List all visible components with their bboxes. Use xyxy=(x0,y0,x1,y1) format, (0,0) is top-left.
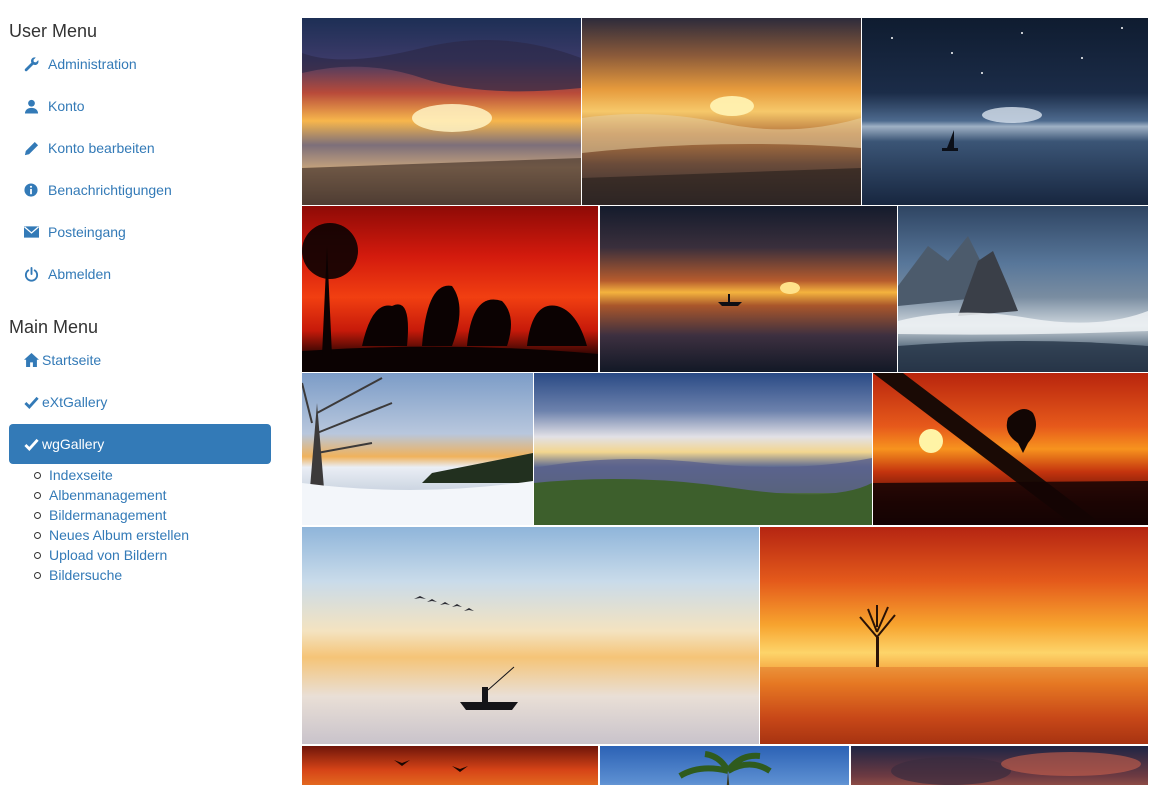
submenu-item: Albenmanagement xyxy=(34,485,189,505)
checkmark-icon xyxy=(23,394,39,410)
submenu-link-neues-album-erstellen[interactable]: Neues Album erstellen xyxy=(49,526,189,544)
menu-item-label: wgGallery xyxy=(42,436,105,452)
submenu-link-bildermanagement[interactable]: Bildermanagement xyxy=(49,506,167,524)
gallery-image-sunset-clouds-beach[interactable] xyxy=(302,18,581,205)
submenu-link-albenmanagement[interactable]: Albenmanagement xyxy=(49,486,167,504)
submenu-item: Upload von Bildern xyxy=(34,545,189,565)
menu-item-label: Posteingang xyxy=(48,224,126,240)
menu-item-label: Konto xyxy=(48,98,85,114)
menu-item-label: Administration xyxy=(48,56,137,72)
gallery-image-bird-on-branch-sunset[interactable] xyxy=(873,373,1148,525)
info-icon xyxy=(23,182,39,198)
menu-item-konto[interactable]: Konto xyxy=(23,97,85,115)
gallery-image-mountain-valley-sunbeams[interactable] xyxy=(534,373,872,525)
gallery-image-golden-sea-sunset[interactable] xyxy=(582,18,861,205)
bullet xyxy=(34,571,41,579)
menu-item-extgallery[interactable]: eXtGallery xyxy=(23,393,107,411)
bullet xyxy=(34,531,41,539)
gallery-image-sunset-boat-calm-sea[interactable] xyxy=(600,206,897,372)
home-icon xyxy=(23,352,39,368)
menu-item-administration[interactable]: Administration xyxy=(23,55,137,73)
submenu-link-indexseite[interactable]: Indexseite xyxy=(49,466,113,484)
menu-item-label: Benachrichtigungen xyxy=(48,182,172,198)
user-icon xyxy=(23,98,39,114)
submenu-link-bildersuche[interactable]: Bildersuche xyxy=(49,566,122,584)
menu-item-abmelden[interactable]: Abmelden xyxy=(23,265,111,283)
menu-item-startseite[interactable]: Startseite xyxy=(23,351,101,369)
menu-item-label: Startseite xyxy=(42,352,102,368)
menu-item-wggallery-active[interactable]: wgGallery xyxy=(9,424,271,464)
checkmark-icon xyxy=(23,436,39,452)
menu-item-label: Konto bearbeiten xyxy=(48,140,155,156)
submenu-item: Indexseite xyxy=(34,465,189,485)
pencil-icon xyxy=(23,140,39,156)
menu-item-konto-bearbeiten[interactable]: Konto bearbeiten xyxy=(23,139,155,157)
wrench-icon xyxy=(23,56,39,72)
bullet xyxy=(34,551,41,559)
gallery-image-sunset-birds-partial[interactable] xyxy=(302,746,598,785)
gallery-image-cloudy-sky-partial[interactable] xyxy=(851,746,1148,785)
menu-item-posteingang[interactable]: Posteingang xyxy=(23,223,126,241)
main-menu-title: Main Menu xyxy=(9,317,99,337)
submenu-item: Bildermanagement xyxy=(34,505,189,525)
user-menu-title: User Menu xyxy=(9,21,98,41)
wggallery-submenu: Indexseite Albenmanagement Bildermanagem… xyxy=(34,465,189,585)
gallery-image-fisherman-boat-birds[interactable] xyxy=(302,527,759,744)
gallery-image-red-sky-horses[interactable] xyxy=(302,206,598,372)
submenu-item: Neues Album erstellen xyxy=(34,525,189,545)
submenu-item: Bildersuche xyxy=(34,565,189,585)
image-gallery-grid xyxy=(302,18,1148,785)
bullet xyxy=(34,471,41,479)
power-icon xyxy=(23,266,39,282)
gallery-image-rocky-coast-waves[interactable] xyxy=(898,206,1148,372)
bullet xyxy=(34,511,41,519)
bullet xyxy=(34,491,41,499)
menu-item-label: eXtGallery xyxy=(42,394,108,410)
gallery-image-night-sailboat[interactable] xyxy=(862,18,1148,205)
menu-item-benachrichtigungen[interactable]: Benachrichtigungen xyxy=(23,181,172,199)
sidebar: User Menu Administration Konto Konto bea… xyxy=(0,0,280,785)
gallery-image-winter-lake-tree[interactable] xyxy=(302,373,533,525)
menu-item-label: Abmelden xyxy=(48,266,112,282)
envelope-icon xyxy=(23,224,39,240)
gallery-image-palm-tree-partial[interactable] xyxy=(600,746,849,785)
submenu-link-upload-von-bildern[interactable]: Upload von Bildern xyxy=(49,546,167,564)
gallery-image-lone-tree-orange-lake[interactable] xyxy=(760,527,1148,744)
